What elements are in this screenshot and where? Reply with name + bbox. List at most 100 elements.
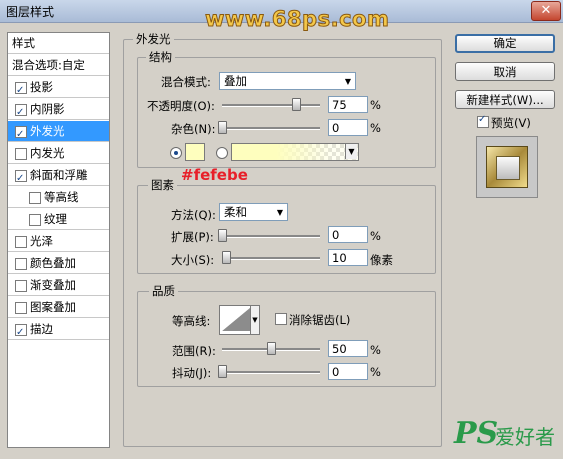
style-list-item[interactable]: 投影 — [8, 77, 109, 101]
style-preview-thumbnail — [476, 136, 538, 198]
quality-legend: 品质 — [149, 283, 178, 299]
style-checkbox[interactable] — [15, 322, 27, 343]
spread-unit: % — [370, 229, 381, 243]
style-list-item[interactable]: 纹理 — [8, 209, 109, 230]
size-unit: 像素 — [370, 253, 393, 267]
style-list-item-label: 图案叠加 — [30, 300, 76, 314]
cancel-button[interactable]: 取消 — [455, 62, 555, 81]
spread-input[interactable]: 0 — [328, 226, 368, 243]
style-list-item-label: 光泽 — [30, 234, 53, 248]
style-checkbox[interactable] — [29, 214, 41, 226]
blend-mode-label: 混合模式: — [161, 75, 211, 89]
style-checkbox[interactable] — [15, 258, 27, 270]
solid-color-radio[interactable] — [170, 147, 182, 159]
blend-mode-select[interactable]: 叠加 ▼ — [219, 72, 356, 90]
range-unit: % — [370, 343, 381, 357]
size-slider-thumb[interactable] — [221, 251, 231, 264]
size-slider-track[interactable] — [222, 257, 320, 260]
style-list-item-label: 投影 — [30, 80, 53, 94]
technique-label: 方法(Q): — [171, 208, 216, 222]
style-list-item[interactable]: 渐变叠加 — [8, 275, 109, 296]
jitter-slider-thumb[interactable] — [218, 365, 227, 378]
size-input[interactable]: 10 — [328, 249, 368, 266]
opacity-unit: % — [370, 98, 381, 112]
opacity-input[interactable]: 75 — [328, 96, 368, 113]
spread-slider-track[interactable] — [222, 235, 320, 238]
blend-mode-value: 叠加 — [224, 74, 247, 88]
gradient-dropdown-icon[interactable]: ▼ — [345, 144, 357, 159]
jitter-slider-track[interactable] — [222, 371, 320, 374]
style-list-header[interactable]: 样式 — [8, 33, 109, 54]
style-list-item-label: 纹理 — [44, 212, 67, 226]
gradient-radio[interactable] — [216, 147, 228, 159]
gradient-picker[interactable] — [231, 143, 359, 161]
style-list-item-label: 内发光 — [30, 146, 65, 160]
style-checkbox[interactable] — [15, 124, 27, 145]
range-slider-thumb[interactable] — [267, 342, 276, 355]
noise-slider-track[interactable] — [222, 127, 320, 130]
opacity-slider-track[interactable] — [222, 104, 320, 107]
style-checkbox[interactable] — [15, 80, 27, 101]
style-list: 样式 混合选项:自定 投影内阴影外发光内发光斜面和浮雕等高线纹理光泽颜色叠加渐变… — [7, 32, 110, 448]
style-checkbox[interactable] — [29, 192, 41, 204]
structure-legend: 结构 — [146, 49, 175, 65]
style-list-item[interactable]: 颜色叠加 — [8, 253, 109, 274]
style-checkbox[interactable] — [15, 102, 27, 123]
blend-options-item[interactable]: 混合选项:自定 — [8, 55, 109, 76]
style-list-header-label: 样式 — [12, 36, 35, 50]
ok-button[interactable]: 确定 — [455, 34, 555, 53]
style-list-item-label: 斜面和浮雕 — [30, 168, 88, 182]
chevron-down-icon: ▼ — [344, 77, 351, 86]
range-input[interactable]: 50 — [328, 340, 368, 357]
noise-input[interactable]: 0 — [328, 119, 368, 136]
ps-logo: PS — [454, 416, 499, 451]
preview-checkbox[interactable] — [477, 114, 489, 128]
style-list-item[interactable]: 光泽 — [8, 231, 109, 252]
chevron-down-icon: ▼ — [276, 208, 283, 217]
spread-slider-thumb[interactable] — [218, 229, 227, 242]
site-logo-text: 爱好者 — [495, 425, 555, 449]
style-list-item-label: 内阴影 — [30, 102, 65, 116]
style-list-item-label: 外发光 — [30, 124, 65, 138]
opacity-slider-thumb[interactable] — [291, 98, 301, 111]
style-checkbox[interactable] — [15, 236, 27, 248]
window-title: 图层样式 — [6, 5, 55, 19]
blend-options-label: 混合选项:自定 — [12, 58, 85, 72]
panel-title: 外发光 — [133, 31, 174, 47]
size-label: 大小(S): — [171, 253, 215, 267]
spread-label: 扩展(P): — [171, 230, 214, 244]
style-checkbox[interactable] — [15, 168, 27, 189]
style-list-item[interactable]: 外发光 — [8, 121, 109, 145]
preview-frame-inner — [496, 156, 520, 180]
style-list-item[interactable]: 内发光 — [8, 143, 109, 164]
noise-slider-thumb[interactable] — [218, 121, 227, 134]
technique-select[interactable]: 柔和 ▼ — [219, 203, 288, 221]
range-label: 范围(R): — [172, 344, 216, 358]
contour-dropdown-icon[interactable]: ▼ — [250, 305, 260, 335]
style-checkbox[interactable] — [15, 302, 27, 314]
style-list-item[interactable]: 内阴影 — [8, 99, 109, 123]
style-checkbox[interactable] — [15, 148, 27, 160]
new-style-button[interactable]: 新建样式(W)... — [455, 90, 555, 109]
antialias-label: 消除锯齿(L) — [289, 313, 351, 327]
style-list-item-label: 颜色叠加 — [30, 256, 76, 270]
style-list-item[interactable]: 图案叠加 — [8, 297, 109, 318]
style-list-item[interactable]: 斜面和浮雕 — [8, 165, 109, 189]
antialias-checkbox[interactable] — [275, 313, 287, 325]
elements-legend: 图素 — [148, 177, 177, 193]
noise-unit: % — [370, 121, 381, 135]
jitter-input[interactable]: 0 — [328, 363, 368, 380]
close-button[interactable]: ✕ — [531, 1, 561, 21]
style-list-item-label: 渐变叠加 — [30, 278, 76, 292]
style-list-item[interactable]: 描边 — [8, 319, 109, 343]
glow-color-swatch[interactable] — [185, 143, 205, 161]
jitter-label: 抖动(J): — [172, 366, 212, 380]
jitter-unit: % — [370, 365, 381, 379]
style-checkbox[interactable] — [15, 280, 27, 292]
watermark: www.68ps.com — [204, 7, 390, 32]
noise-label: 杂色(N): — [171, 122, 216, 136]
preview-label: 预览(V) — [491, 116, 531, 130]
style-list-item[interactable]: 等高线 — [8, 187, 109, 208]
style-list-item-label: 等高线 — [44, 190, 79, 204]
opacity-label: 不透明度(O): — [147, 99, 215, 113]
